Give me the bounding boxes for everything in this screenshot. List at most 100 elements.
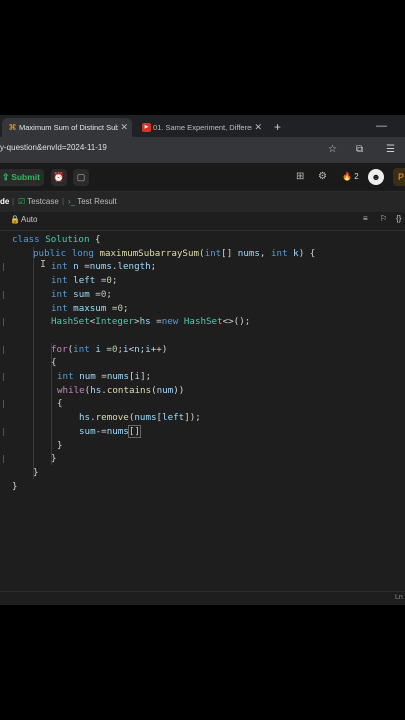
code-token: HashSet [183, 316, 223, 328]
close-icon[interactable]: ✕ [120, 118, 128, 137]
code-line: } [51, 452, 57, 466]
streak-count: 2 [354, 172, 359, 181]
code-token: ++) [150, 343, 168, 355]
streak-counter[interactable]: 🔥 2 [342, 170, 359, 184]
bookmark-icon[interactable]: ⚐ [380, 214, 387, 223]
leetcode-header: ⇪ Submit ⏰ ▢ ⊞ ⚙ 🔥 2 ☻ P [0, 163, 405, 192]
code-token: } [12, 480, 18, 492]
menu-icon[interactable]: ☰ [386, 143, 395, 157]
tab-testcase[interactable]: ☑ Testcase [18, 196, 59, 208]
code-token: sum [73, 288, 90, 300]
code-token: Integer [95, 316, 135, 328]
code-token: = [150, 316, 162, 328]
code-token: int [73, 343, 90, 355]
code-token: ; [111, 275, 118, 287]
code-token: public [33, 247, 67, 259]
code-line: for(int i =0;i<n;i++) [51, 343, 167, 357]
code-line: int maxsum =0; [51, 302, 129, 316]
code-token: } [51, 453, 57, 465]
star-icon[interactable]: ☆ [328, 143, 337, 157]
code-token: num [79, 371, 96, 382]
browser-tab-leetcode[interactable]: ⌘ Maximum Sum of Distinct Sub ✕ [2, 118, 132, 137]
code-token: int [51, 288, 68, 300]
code-brackets-icon[interactable]: {} [396, 214, 401, 223]
code-token: nums [237, 247, 260, 259]
auto-mode-label[interactable]: Auto [21, 215, 37, 224]
code-token: hs [79, 412, 91, 424]
code-token: [] [127, 424, 141, 438]
notes-button[interactable]: ▢ [73, 169, 89, 186]
extensions-icon[interactable]: ⧉ [356, 143, 363, 157]
code-token: ]); [184, 412, 201, 424]
code-token: int [204, 247, 222, 259]
code-token: HashSet [51, 316, 90, 328]
code-token: = [78, 261, 90, 273]
avatar[interactable]: ☻ [368, 169, 384, 185]
gutter-mark: | [1, 317, 6, 327]
code-line: } [57, 439, 63, 453]
submit-button[interactable]: ⇪ Submit [0, 169, 44, 186]
code-token: } [33, 466, 39, 478]
code-token: nums [89, 261, 112, 273]
gutter-mark: | [1, 289, 6, 299]
submit-label: Submit [11, 172, 40, 182]
editor-toolbar: 🔒 Auto ≡ ⚐ {} [0, 212, 405, 231]
text-cursor-icon: I [40, 259, 47, 270]
tab-test-result[interactable]: ›_ Test Result [68, 196, 117, 208]
code-token: for [51, 343, 68, 355]
code-line: sum-=nums[] [79, 424, 141, 439]
code-token: sum [79, 425, 96, 437]
tab-title: Maximum Sum of Distinct Sub [19, 123, 118, 132]
gear-icon[interactable]: ⚙ [318, 170, 327, 184]
tab-code[interactable]: de [0, 196, 9, 208]
timer-button[interactable]: ⏰ [51, 169, 67, 186]
tab-title: 01. Same Experiment, Different [153, 123, 252, 132]
code-token: nums [106, 425, 129, 437]
premium-button[interactable]: P [393, 168, 405, 186]
code-token: ; [106, 288, 112, 300]
code-line: } [33, 466, 39, 480]
tab-divider: | [62, 197, 65, 206]
upload-icon: ⇪ [2, 172, 10, 182]
code-token: { [57, 398, 63, 410]
code-token: int [51, 302, 68, 314]
code-line: { [57, 397, 63, 411]
tab-divider: | [12, 197, 15, 206]
code-editor[interactable]: class Solution { public long maximumSuba… [0, 233, 405, 593]
code-line: { [51, 356, 57, 370]
code-token: int [271, 247, 288, 259]
code-line: while(hs.contains(num)) [57, 384, 184, 398]
code-token: { [51, 357, 57, 369]
format-icon[interactable]: ≡ [363, 214, 368, 223]
gutter-mark: | [1, 399, 6, 409]
url-text[interactable]: y-question&envId=2024-11-19 [0, 143, 107, 152]
code-line: } [12, 480, 18, 494]
code-token: ) { [298, 247, 316, 259]
gutter-mark: | [1, 372, 6, 381]
layout-icon[interactable]: ⊞ [296, 170, 304, 184]
tab-test-result-label: Test Result [77, 197, 117, 206]
code-token: left [73, 275, 96, 287]
code-line: HashSet<Integer>hs =new HashSet<>(); [51, 315, 250, 329]
new-tab-icon[interactable]: + [274, 118, 281, 137]
indent-guide [33, 247, 34, 479]
gutter-mark: | [1, 262, 6, 272]
code-token: hs [90, 384, 102, 396]
lock-icon: 🔒 [10, 215, 20, 224]
minimize-icon[interactable]: — [376, 118, 387, 135]
code-line: public long maximumSubarraySum(int[] num… [33, 247, 315, 261]
code-token: ]; [140, 371, 152, 382]
browser-tab-youtube[interactable]: ▶ 01. Same Experiment, Different ✕ [136, 118, 266, 137]
address-bar[interactable]: y-question&envId=2024-11-19 ☆ ⧉ ☰ [0, 137, 405, 163]
code-token: nums [134, 412, 157, 424]
code-token: int [51, 275, 68, 287]
gutter-mark: | [1, 344, 6, 354]
code-token: hs [139, 316, 151, 328]
code-token: = [89, 288, 101, 300]
youtube-icon: ▶ [142, 123, 151, 132]
code-token: [] [221, 247, 238, 259]
close-icon[interactable]: ✕ [254, 118, 262, 137]
code-line: int sum =0; [51, 288, 112, 302]
tab-testcase-label: Testcase [27, 197, 59, 206]
code-token: Solution [45, 234, 90, 245]
